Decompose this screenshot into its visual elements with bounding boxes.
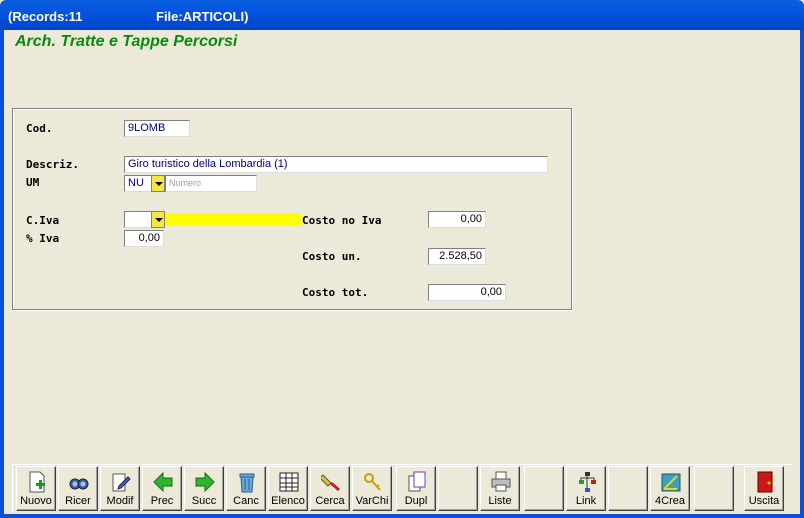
um-description-field: Numero: [165, 175, 257, 192]
um-dropdown-icon[interactable]: [151, 175, 165, 192]
edit-document-icon: [112, 473, 131, 492]
um-label: UM: [26, 176, 40, 189]
piva-field[interactable]: 0,00: [124, 230, 164, 247]
file-name: File:ARTICOLI): [156, 9, 249, 24]
nuovo-button[interactable]: Nuovo: [16, 466, 56, 511]
exit-door-icon: [757, 471, 773, 493]
flashlight-icon: [321, 474, 340, 492]
civa-select[interactable]: [124, 211, 152, 228]
succ-button[interactable]: Succ: [184, 466, 224, 511]
piva-label: % Iva: [26, 232, 60, 245]
varchi-button[interactable]: VarChi: [352, 466, 392, 511]
table-grid-icon: [279, 472, 299, 492]
canc-button[interactable]: Canc: [226, 466, 266, 511]
crea-button[interactable]: 4Crea: [650, 466, 690, 511]
costo-un-field[interactable]: 2.528,50: [428, 248, 486, 265]
cod-label: Cod.: [26, 122, 53, 135]
window-frame-bottom: [0, 514, 804, 518]
cerca-button[interactable]: Cerca: [310, 466, 350, 511]
arrow-left-icon: [153, 471, 173, 493]
keys-icon: [364, 473, 381, 491]
records-count: (Records:11: [8, 9, 83, 24]
ricer-button[interactable]: Ricer: [58, 466, 98, 511]
costo-tot-field[interactable]: 0,00: [428, 284, 506, 301]
trash-icon: [239, 473, 255, 493]
empty-slot-4: [694, 466, 734, 511]
um-select[interactable]: NU: [124, 175, 152, 192]
design-tools-icon: [661, 473, 681, 492]
form-title: Arch. Tratte e Tappe Percorsi: [15, 33, 238, 50]
arrow-right-icon: [195, 471, 215, 493]
costo-noiva-label: Costo no Iva: [302, 214, 382, 227]
prec-button[interactable]: Prec: [142, 466, 182, 511]
printer-icon: [491, 471, 511, 492]
descr-field[interactable]: Giro turistico della Lombardia (1): [124, 156, 548, 173]
empty-slot-3: [608, 466, 648, 511]
link-button[interactable]: Link: [566, 466, 606, 511]
costo-tot-label: Costo tot.: [302, 286, 369, 299]
binoculars-icon: [69, 478, 89, 490]
empty-slot-2: [524, 466, 564, 511]
elenco-button[interactable]: Elenco: [268, 466, 308, 511]
empty-slot-1: [438, 466, 478, 511]
modif-button[interactable]: Modif: [100, 466, 140, 511]
liste-button[interactable]: Liste: [480, 466, 520, 511]
civa-dropdown-icon[interactable]: [151, 211, 165, 228]
window-frame-left: [0, 30, 4, 518]
descr-label: Descriz.: [26, 158, 79, 171]
dupl-button[interactable]: Dupl: [396, 466, 436, 511]
civa-label: C.Iva: [26, 214, 60, 227]
duplicate-icon: [408, 471, 426, 492]
costo-un-label: Costo un.: [302, 250, 362, 263]
new-document-icon: [29, 471, 45, 493]
costo-noiva-field[interactable]: 0,00: [428, 211, 486, 228]
cod-field[interactable]: 9LOMB: [124, 120, 190, 137]
window-frame-right: [800, 30, 804, 518]
title-bar: (Records:11 File:ARTICOLI): [0, 0, 804, 30]
form-panel: [12, 108, 572, 310]
uscita-button[interactable]: Uscita: [744, 466, 784, 511]
civa-description-field: [165, 213, 301, 226]
link-tree-icon: [579, 472, 596, 492]
